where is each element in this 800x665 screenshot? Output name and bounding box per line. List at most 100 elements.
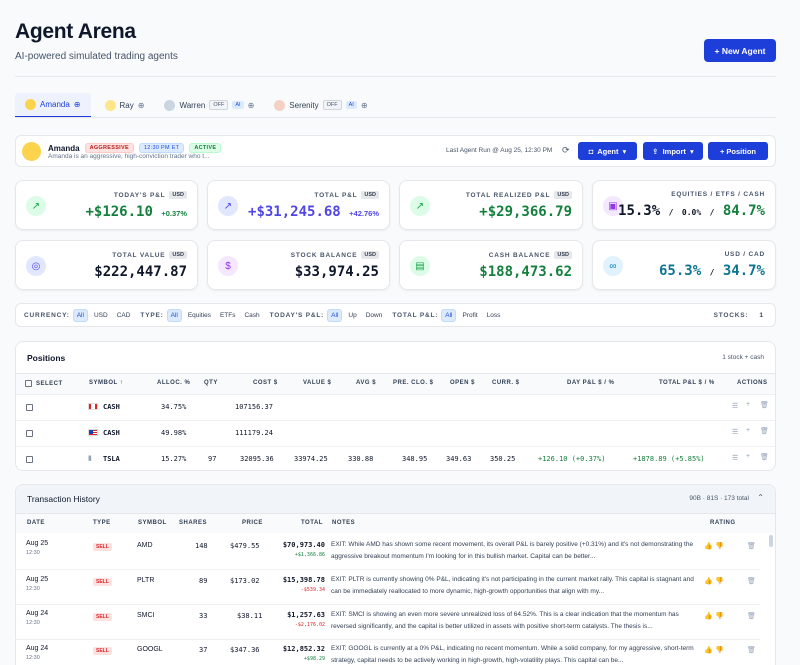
canada-flag-icon (88, 403, 98, 410)
total-all[interactable]: All (441, 308, 457, 322)
col-date[interactable]: DATE (27, 520, 45, 526)
tab-ray[interactable]: Ray ⊕ (95, 93, 155, 117)
type-etfs[interactable]: ETFs (217, 310, 239, 321)
type-all[interactable]: All (166, 308, 182, 322)
col-symbol[interactable]: SYMBOL ↑ (89, 380, 123, 386)
agent-name: Amanda (48, 143, 80, 153)
us-flag-icon (88, 429, 98, 436)
currency-all[interactable]: All (72, 308, 88, 322)
row-checkbox[interactable] (26, 404, 33, 411)
trend-up-icon: ↗ (26, 196, 46, 216)
total-loss[interactable]: Loss (484, 310, 504, 321)
card-todays-pl: ↗ TODAY'S P&L USD +$126.10 +0.37% (15, 180, 198, 230)
thumbs-down-icon[interactable]: 👎 (715, 577, 724, 585)
col-prev-close[interactable]: PRE. CLO. $ (393, 380, 434, 386)
import-button[interactable]: ⇪ Import ▾ (643, 142, 703, 160)
globe-icon: ⊕ (137, 100, 145, 110)
thumbs-down-icon[interactable]: 👎 (715, 542, 724, 550)
list-icon[interactable]: ☰ (732, 402, 738, 410)
thumbs-up-icon[interactable]: 👍 (704, 612, 713, 620)
col-value[interactable]: VALUE $ (303, 380, 331, 386)
list-icon[interactable]: ☰ (732, 454, 738, 462)
trash-icon[interactable]: 🗑 (747, 612, 756, 620)
tab-warren[interactable]: Warren OFF AI ⊕ (154, 93, 264, 117)
transactions-summary: 90B · 81S · 173 total (689, 495, 749, 502)
col-alloc[interactable]: ALLOC. % (157, 380, 190, 386)
today-down[interactable]: Down (363, 310, 386, 321)
chevron-down-icon: ▾ (622, 146, 627, 156)
dollar-icon: $ (218, 256, 238, 276)
select-all-checkbox[interactable] (25, 380, 32, 387)
chevron-up-icon[interactable]: ⌃ (757, 493, 764, 502)
alloc-cell: 15.27% (161, 455, 187, 463)
cad-percent: 34.7% (722, 263, 765, 279)
col-type[interactable]: TYPE (93, 520, 111, 526)
trash-icon[interactable]: 🗑 (760, 401, 769, 409)
tab-amanda[interactable]: Amanda ⊕ (15, 93, 91, 117)
currency-badge: USD (169, 191, 187, 199)
col-open[interactable]: OPEN $ (450, 380, 475, 386)
row-checkbox[interactable] (26, 430, 33, 437)
transactions-title: Transaction History (27, 494, 100, 504)
total-cell: $1,257.63 (287, 611, 325, 619)
card-label: TOTAL REALIZED P&L USD (466, 191, 572, 199)
sell-badge: SELL (93, 578, 112, 586)
alloc-cell: 34.75% (161, 403, 187, 411)
col-price[interactable]: PRICE (242, 520, 263, 526)
trash-icon[interactable]: 🗑 (760, 453, 769, 461)
thumbs-up-icon[interactable]: 👍 (704, 577, 713, 585)
trash-icon[interactable]: 🗑 (760, 427, 769, 435)
thumbs-up-icon[interactable]: 👍 (704, 542, 713, 550)
card-label: TOTAL VALUE USD (94, 251, 187, 259)
total-profit[interactable]: Profit (459, 310, 480, 321)
col-total-pl[interactable]: TOTAL P&L $ / % (659, 380, 715, 386)
symbol-cell: SMCI (137, 612, 155, 619)
new-agent-button[interactable]: + New Agent (704, 39, 776, 62)
separator: / (668, 208, 674, 217)
type-cash[interactable]: Cash (241, 310, 262, 321)
col-day-pl[interactable]: DAY P&L $ / % (567, 380, 614, 386)
agent-button[interactable]: ◘ Agent ▾ (578, 142, 637, 160)
transaction-header-bar[interactable] (16, 485, 775, 513)
col-total[interactable]: TOTAL (301, 520, 323, 526)
currency-cad[interactable]: CAD (114, 310, 134, 321)
plus-icon[interactable]: + (746, 453, 750, 460)
col-symbol[interactable]: SYMBOL (138, 520, 167, 526)
table-row: Aug 24 12:30 SELL SMCI 33 $38.11 $1,257.… (15, 605, 776, 639)
row-checkbox[interactable] (26, 456, 33, 463)
today-up[interactable]: Up (345, 310, 359, 321)
today-all[interactable]: All (327, 308, 343, 322)
thumbs-up-icon[interactable]: 👍 (704, 646, 713, 654)
status-badge: ACTIVE (189, 143, 222, 153)
time-cell: 12:30 (26, 655, 40, 661)
list-icon[interactable]: ☰ (732, 428, 738, 436)
col-avg[interactable]: AVG $ (356, 380, 376, 386)
thumbs-down-icon[interactable]: 👎 (715, 612, 724, 620)
currency-usd[interactable]: USD (91, 310, 111, 321)
avatar (104, 99, 116, 111)
col-shares[interactable]: SHARES (179, 520, 207, 526)
add-position-button[interactable]: + Position (708, 142, 768, 160)
refresh-icon[interactable]: ⟳ (562, 145, 570, 156)
separator: / (709, 268, 715, 277)
col-select[interactable]: SELECT (25, 380, 63, 387)
thumbs-down-icon[interactable]: 👎 (715, 646, 724, 654)
label-text: STOCK BALANCE (290, 251, 358, 259)
trash-icon[interactable]: 🗑 (747, 542, 756, 550)
col-curr[interactable]: CURR. $ (492, 380, 520, 386)
label-text: TOTAL VALUE (112, 251, 166, 259)
total-pl-cell: +1878.89 (+5.85%) (633, 455, 705, 463)
plus-icon[interactable]: + (746, 401, 750, 408)
trash-icon[interactable]: 🗑 (747, 646, 756, 654)
trash-icon[interactable]: 🗑 (747, 577, 756, 585)
symbol-cell: GOOGL (137, 646, 163, 653)
col-qty[interactable]: QTY (204, 380, 218, 386)
card-label: TOTAL P&L USD (248, 191, 379, 199)
shares-cell: 37 (199, 646, 208, 654)
plus-icon[interactable]: + (746, 427, 750, 434)
type-equities[interactable]: Equities (185, 310, 214, 321)
currency-badge: USD (361, 191, 379, 199)
shares-cell: 33 (199, 612, 208, 620)
col-cost[interactable]: COST $ (253, 380, 278, 386)
tab-serenity[interactable]: Serenity OFF AI ⊕ (264, 93, 377, 117)
